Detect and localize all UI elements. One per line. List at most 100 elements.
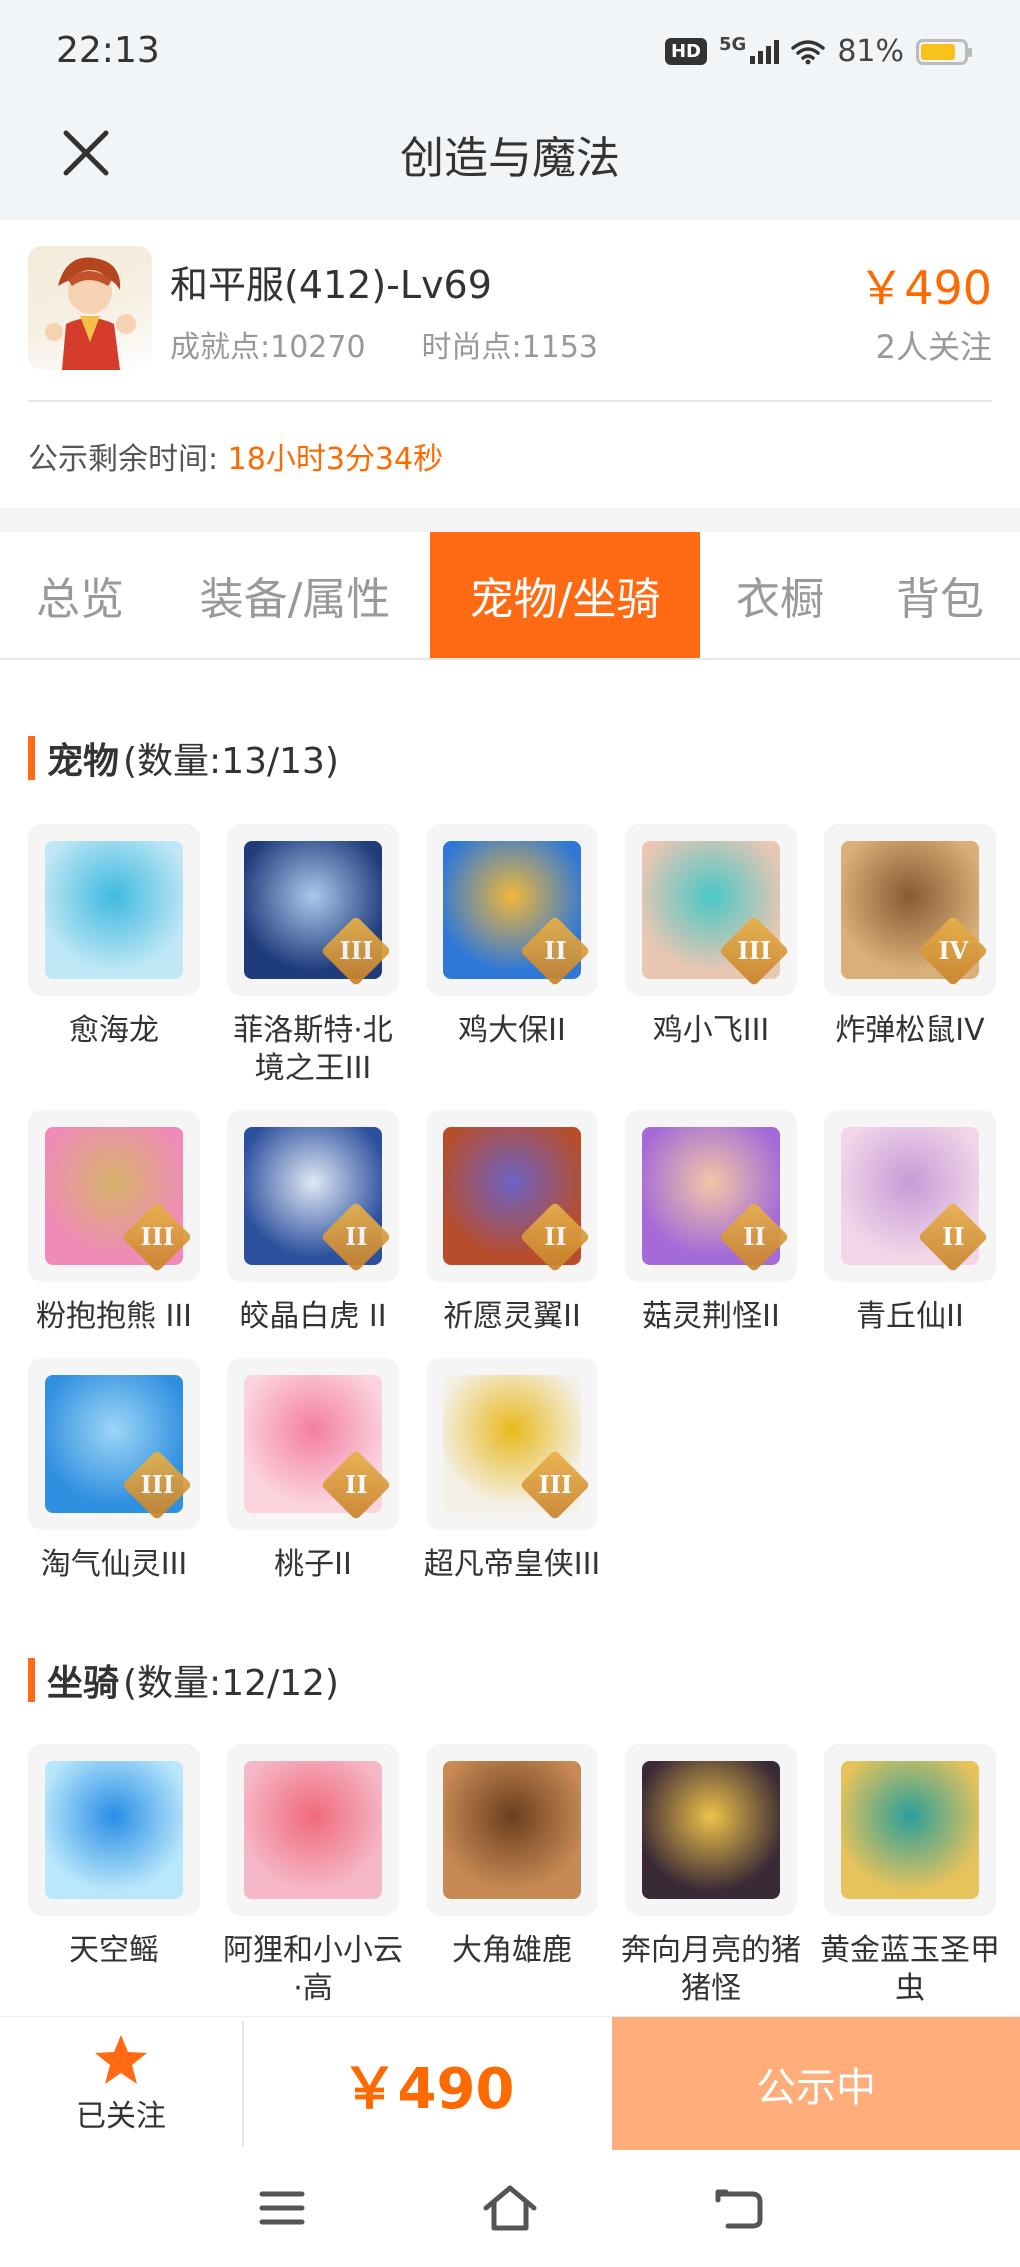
pet-item-name: 皎晶白虎 II xyxy=(239,1299,387,1334)
fashion-points: 时尚点:1153 xyxy=(421,330,599,365)
home-icon[interactable] xyxy=(480,2180,540,2236)
follow-button[interactable]: 已关注 xyxy=(0,2017,242,2151)
battery-icon xyxy=(916,38,972,65)
pet-item-thumbnail: III xyxy=(28,1110,200,1282)
mount-item[interactable]: 天空鳐 xyxy=(28,1744,200,2008)
star-icon xyxy=(95,2035,147,2084)
tab-backpack[interactable]: 背包 xyxy=(860,532,1020,658)
rank-label: III xyxy=(140,1222,175,1252)
pet-item[interactable]: II 皎晶白虎 II xyxy=(227,1110,399,1336)
pet-item[interactable]: III 鸡小飞III xyxy=(625,824,797,1088)
pet-item-name: 鸡大保II xyxy=(458,1013,566,1048)
publicity-status-button[interactable]: 公示中 xyxy=(612,2017,1020,2151)
pet-item-name: 祈愿灵翼II xyxy=(443,1299,581,1334)
mount-item-thumbnail xyxy=(227,1744,399,1916)
mount-item[interactable]: 阿狸和小小云·高 xyxy=(223,1744,403,2008)
pet-item-name: 炸弹松鼠IV xyxy=(835,1013,985,1048)
system-nav-bar xyxy=(0,2150,1020,2267)
back-icon[interactable] xyxy=(708,2180,768,2236)
pet-item-name: 粉抱抱熊 III xyxy=(35,1299,193,1334)
rank-label: II xyxy=(544,1222,567,1252)
hd-icon: HD xyxy=(664,38,707,65)
pet-item[interactable]: IV 炸弹松鼠IV xyxy=(824,824,996,1088)
pets-grid: 愈海龙 III 菲洛斯特·北境之王III II 鸡大保II III 鸡小飞III IV 炸弹松鼠… xyxy=(28,824,1008,1584)
mount-item-image xyxy=(841,1761,979,1899)
pet-item[interactable]: III 超凡帝皇侠III xyxy=(424,1358,600,1584)
pet-item[interactable]: II 祈愿灵翼II xyxy=(426,1110,598,1336)
mounts-grid: 天空鳐 阿狸和小小云·高 大角雄鹿 奔向月亮的猪猪怪 黄金蓝玉圣甲虫 xyxy=(28,1744,1008,2008)
status-time: 22:13 xyxy=(56,30,160,71)
pet-item[interactable]: II 桃子II xyxy=(227,1358,399,1584)
pet-item-name: 鸡小飞III xyxy=(652,1013,770,1048)
pet-item-thumbnail: III xyxy=(426,1358,598,1530)
mount-item[interactable]: 黄金蓝玉圣甲虫 xyxy=(820,1744,1000,2008)
pet-item[interactable]: III 粉抱抱熊 III xyxy=(28,1110,200,1336)
pet-item-thumbnail xyxy=(28,824,200,996)
pet-item-thumbnail: II xyxy=(426,824,598,996)
nav-bar: 创造与魔法 xyxy=(0,110,1020,220)
pet-item-thumbnail: IV xyxy=(824,824,996,996)
pet-item-name: 愈海龙 xyxy=(69,1013,159,1048)
menu-icon[interactable] xyxy=(252,2180,312,2236)
mount-item-thumbnail xyxy=(625,1744,797,1916)
status-indicators: HD 5G 81% xyxy=(664,34,972,69)
pet-item[interactable]: II 青丘仙II xyxy=(824,1110,996,1336)
watcher-count: 2人关注 xyxy=(875,328,992,366)
tab-pets-mounts[interactable]: 宠物/坐骑 xyxy=(430,532,700,658)
pet-item[interactable]: III 菲洛斯特·北境之王III xyxy=(227,824,399,1088)
achievement-points: 成就点:10270 xyxy=(170,330,366,365)
pet-item[interactable]: II 菇灵荆怪II xyxy=(625,1110,797,1336)
rank-label: II xyxy=(345,1222,368,1252)
mount-item-thumbnail xyxy=(426,1744,598,1916)
section-marker xyxy=(28,736,35,780)
tab-equipment[interactable]: 装备/属性 xyxy=(160,532,430,658)
rank-label: II xyxy=(743,1222,766,1252)
mount-item[interactable]: 大角雄鹿 xyxy=(426,1744,598,2008)
rank-label: III xyxy=(737,936,772,966)
mounts-count: (数量:12/12) xyxy=(123,1663,339,1704)
page-title: 创造与魔法 xyxy=(400,133,620,184)
pet-item[interactable]: 愈海龙 xyxy=(28,824,200,1088)
account-meta: 成就点:10270 时尚点:1153 xyxy=(170,322,598,366)
pet-item[interactable]: III 淘气仙灵III xyxy=(28,1358,200,1584)
pet-item-thumbnail: II xyxy=(227,1358,399,1530)
pet-item-thumbnail: III xyxy=(28,1358,200,1530)
pet-item[interactable]: II 鸡大保II xyxy=(426,824,598,1088)
countdown-label: 公示剩余时间: xyxy=(28,442,219,477)
mount-item-image xyxy=(45,1761,183,1899)
bottom-action-bar: 已关注 ￥490 公示中 xyxy=(0,2016,1020,2151)
pet-item-thumbnail: II xyxy=(426,1110,598,1282)
pet-item-thumbnail: II xyxy=(625,1110,797,1282)
mount-item-name: 奔向月亮的猪猪怪 xyxy=(621,1933,801,2006)
pet-item-thumbnail: II xyxy=(227,1110,399,1282)
account-card: 和平服(412)-Lv69 成就点:10270 时尚点:1153 ￥490 2人… xyxy=(28,246,992,376)
pet-item-image xyxy=(45,841,183,979)
network-label: 5G xyxy=(719,34,747,55)
pet-item-name: 超凡帝皇侠III xyxy=(423,1547,601,1582)
pet-item-name: 桃子II xyxy=(274,1547,352,1582)
countdown: 公示剩余时间: 18小时3分34秒 xyxy=(28,434,443,478)
mounts-title: 坐骑 xyxy=(47,1663,120,1704)
pet-item-name: 菲洛斯特·北境之王III xyxy=(233,1013,393,1086)
tab-overview[interactable]: 总览 xyxy=(0,532,160,658)
wifi-icon xyxy=(791,39,826,64)
mount-item-name: 大角雄鹿 xyxy=(452,1933,572,1968)
follow-label: 已关注 xyxy=(76,2099,166,2134)
avatar xyxy=(28,246,152,370)
mount-item-image xyxy=(642,1761,780,1899)
rank-label: II xyxy=(544,936,567,966)
account-name: 和平服(412)-Lv69 xyxy=(170,263,492,307)
mount-item-name: 天空鳐 xyxy=(69,1933,159,1968)
tab-wardrobe[interactable]: 衣橱 xyxy=(700,532,860,658)
status-bar: 22:13 HD 5G 81% xyxy=(0,0,1020,110)
mount-item[interactable]: 奔向月亮的猪猪怪 xyxy=(621,1744,801,2008)
rank-label: III xyxy=(140,1470,175,1500)
rank-label: II xyxy=(345,1470,368,1500)
divider xyxy=(28,400,992,402)
pet-item-thumbnail: III xyxy=(625,824,797,996)
bottom-price: ￥490 xyxy=(341,2056,515,2122)
pet-item-name: 淘气仙灵III xyxy=(40,1547,188,1582)
signal-icon xyxy=(750,39,780,64)
mount-item-thumbnail xyxy=(824,1744,996,1916)
pet-item-name: 青丘仙II xyxy=(856,1299,964,1334)
